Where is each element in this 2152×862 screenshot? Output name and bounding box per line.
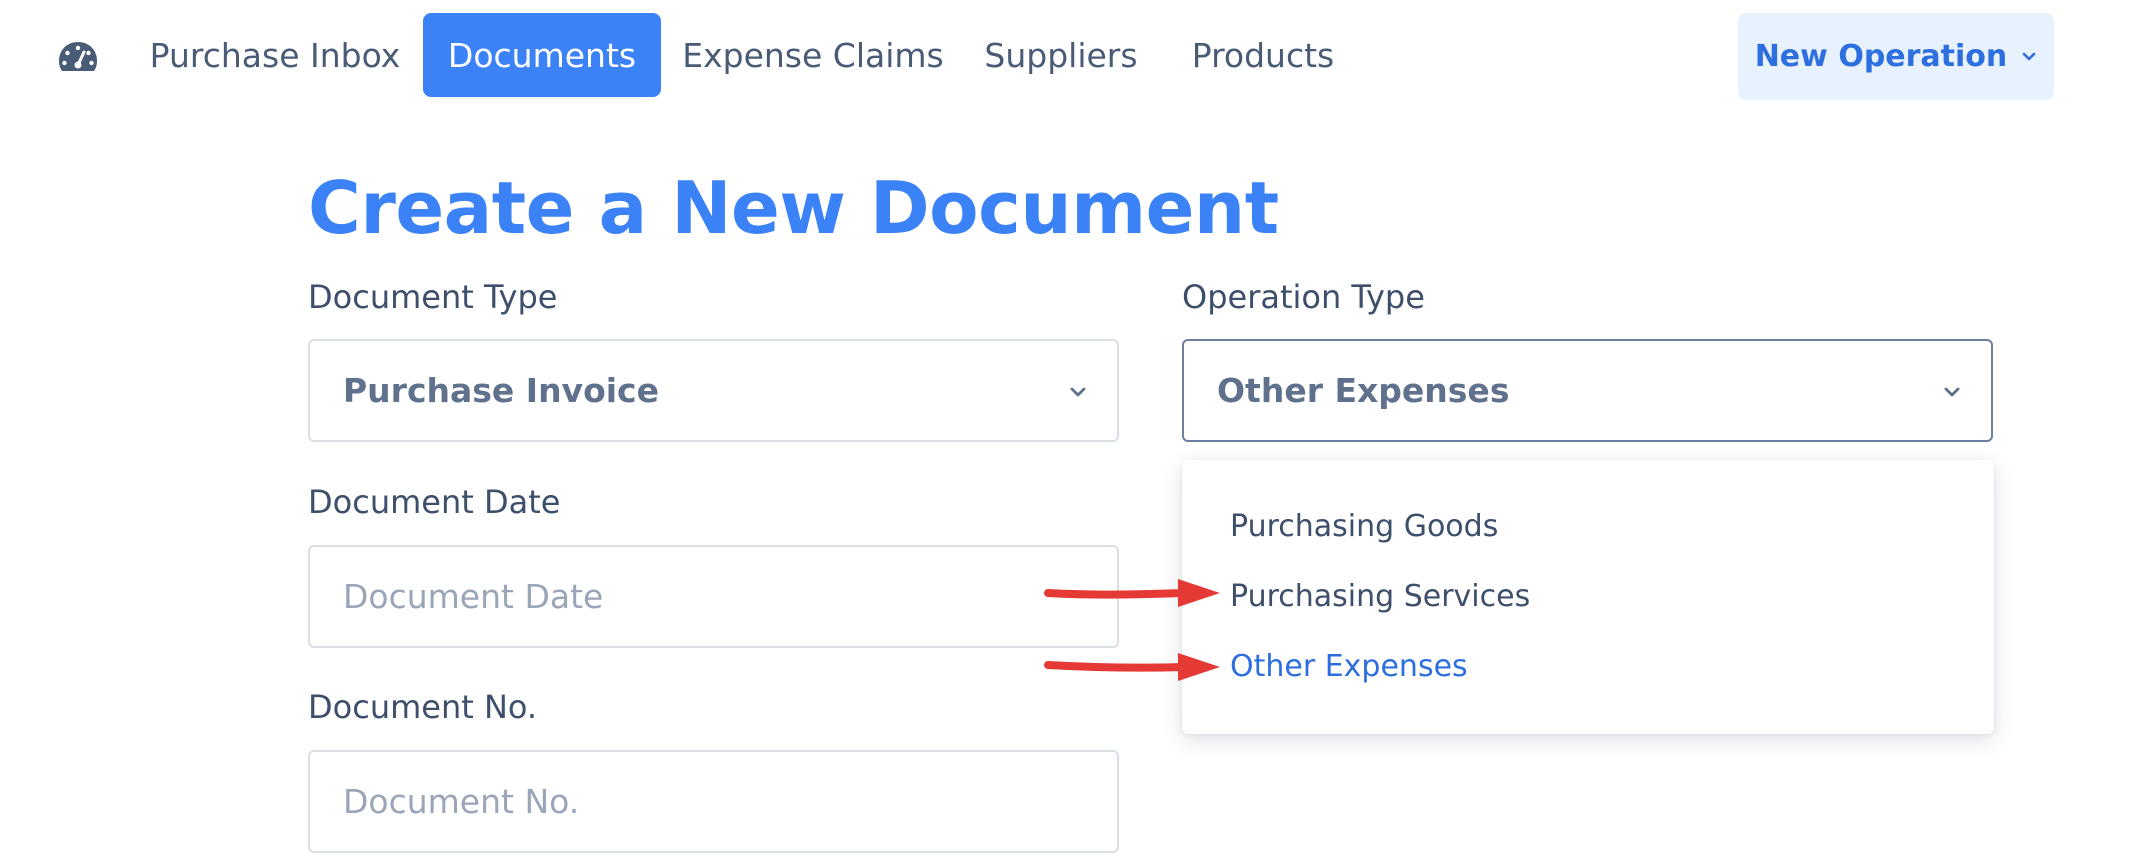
tab-products[interactable]: Products [1178, 13, 1348, 97]
document-no-label: Document No. [308, 688, 538, 726]
operation-type-dropdown: Purchasing Goods Purchasing Services Oth… [1182, 460, 1994, 734]
document-no-input[interactable] [343, 782, 1063, 821]
document-type-value: Purchase Invoice [343, 371, 659, 410]
new-operation-label: New Operation [1754, 39, 2008, 74]
document-type-label: Document Type [308, 278, 558, 316]
operation-type-select[interactable]: Other Expenses [1182, 339, 1993, 442]
option-purchasing-services[interactable]: Purchasing Services [1230, 579, 1530, 614]
tab-suppliers[interactable]: Suppliers [970, 13, 1152, 97]
new-operation-button[interactable]: New Operation [1738, 13, 2054, 100]
annotation-arrow-icon [1044, 653, 1220, 681]
page: Purchase Inbox Documents Expense Claims … [0, 0, 2152, 862]
dashboard-gauge-icon[interactable] [58, 40, 98, 74]
document-no-field[interactable] [308, 750, 1119, 853]
tab-purchase-inbox[interactable]: Purchase Inbox [144, 13, 406, 97]
page-title: Create a New Document [308, 166, 1279, 250]
document-date-label: Document Date [308, 483, 561, 521]
document-type-select[interactable]: Purchase Invoice [308, 339, 1119, 442]
operation-type-label: Operation Type [1182, 278, 1425, 316]
operation-type-value: Other Expenses [1217, 371, 1510, 410]
chevron-down-icon [2022, 52, 2036, 60]
chevron-down-icon [1070, 387, 1086, 397]
chevron-down-icon [1944, 387, 1960, 397]
document-date-input[interactable] [343, 577, 1063, 616]
tab-expense-claims[interactable]: Expense Claims [682, 13, 944, 97]
tab-documents[interactable]: Documents [423, 13, 661, 97]
annotation-arrow-icon [1044, 579, 1220, 607]
option-purchasing-goods[interactable]: Purchasing Goods [1230, 509, 1498, 544]
option-other-expenses[interactable]: Other Expenses [1230, 649, 1468, 684]
document-date-field[interactable] [308, 545, 1119, 648]
